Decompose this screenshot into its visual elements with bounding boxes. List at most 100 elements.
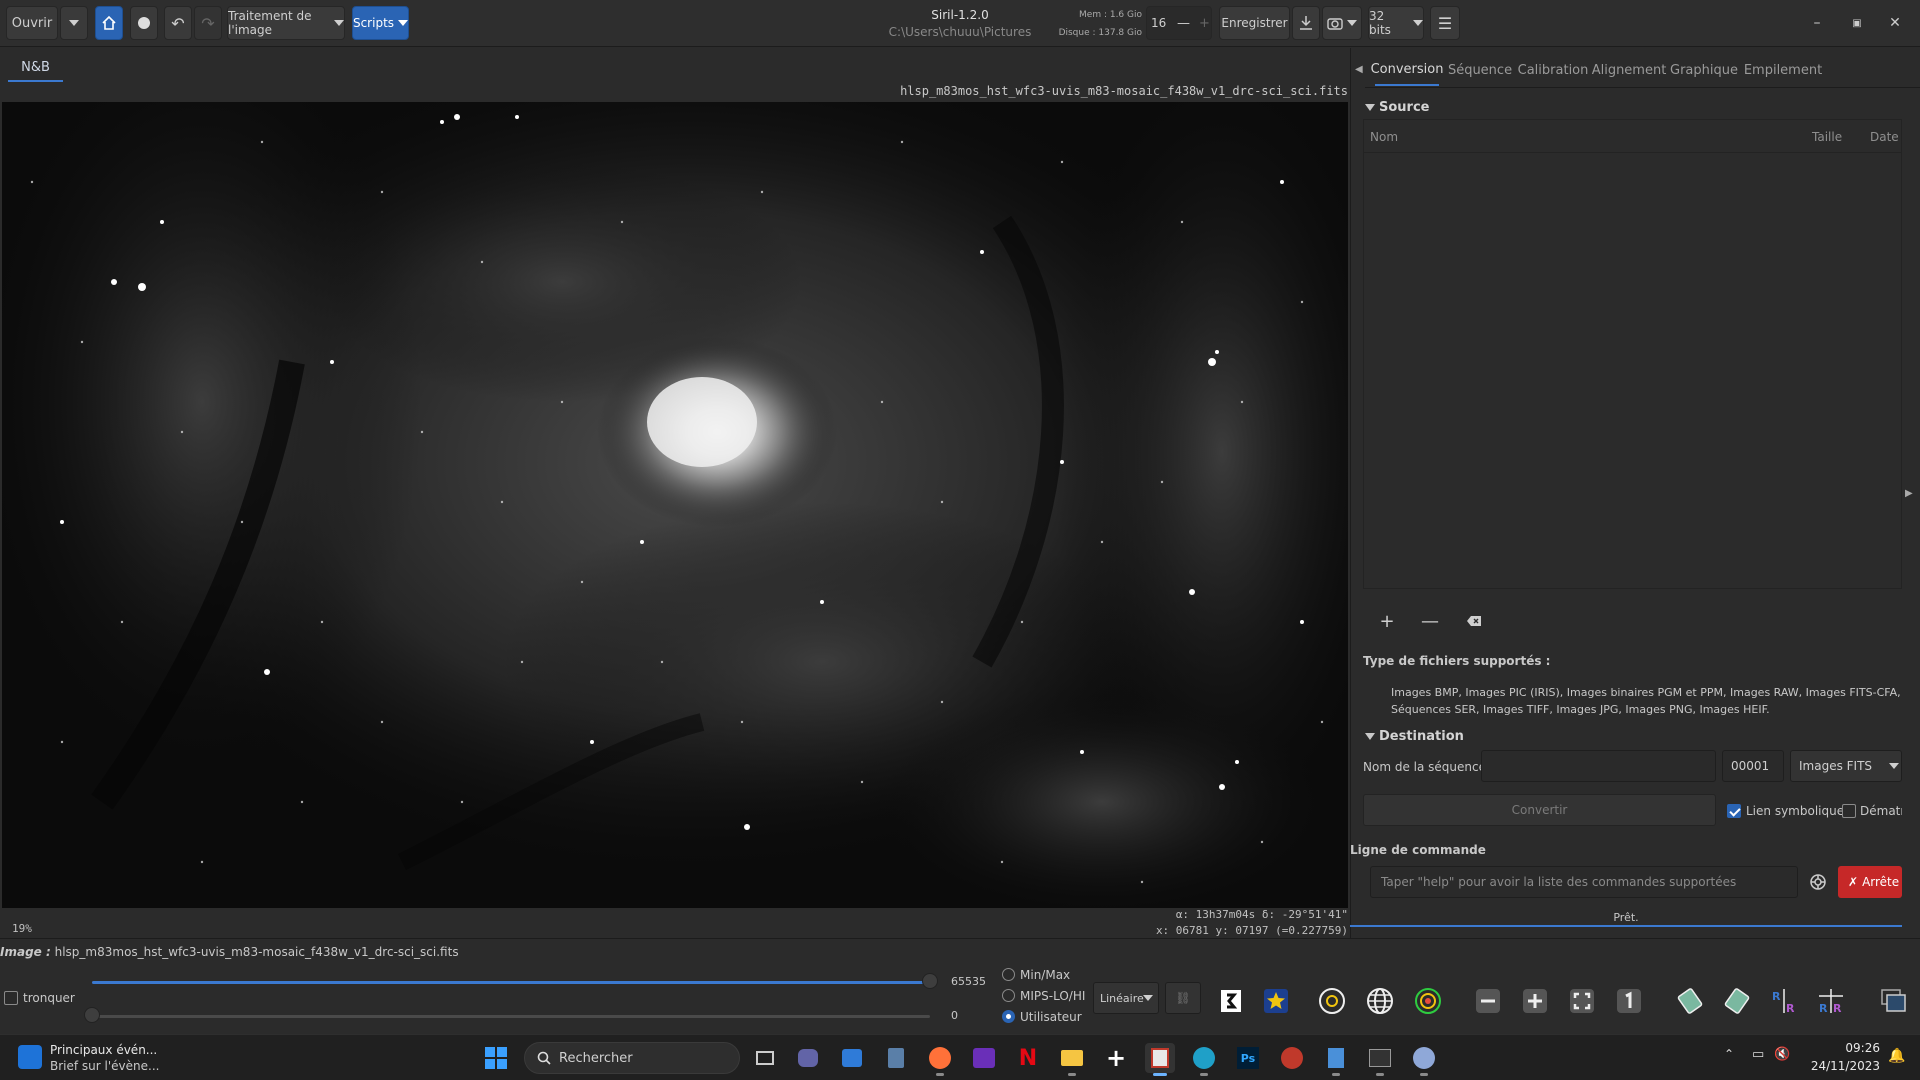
news-widget-title[interactable]: Principaux évén... <box>50 1043 157 1057</box>
livestack-button[interactable] <box>130 6 158 40</box>
teams-app[interactable] <box>793 1043 823 1073</box>
save-as-button[interactable] <box>1292 6 1320 40</box>
start-index-input[interactable]: 00001 <box>1722 750 1784 782</box>
clock-time[interactable]: 09:26 <box>1800 1041 1880 1055</box>
threads-spinner[interactable]: 16 — + <box>1146 6 1212 40</box>
command-help-button[interactable] <box>1806 870 1830 894</box>
bit-depth-selector[interactable]: 32 bits <box>1368 6 1424 40</box>
open-button[interactable]: Ouvrir <box>6 6 58 40</box>
zoom-100-button[interactable] <box>1611 983 1647 1019</box>
stop-button[interactable]: ✗ Arrête <box>1838 866 1902 898</box>
firefox-app[interactable] <box>925 1043 955 1076</box>
minus-icon[interactable]: — <box>1177 16 1190 31</box>
calculator-app[interactable] <box>881 1043 911 1073</box>
task-view-button[interactable] <box>750 1043 780 1073</box>
taskbar-search[interactable]: Rechercher <box>524 1042 740 1074</box>
tab-conversion[interactable]: Conversion <box>1371 54 1443 86</box>
zoom-in-icon <box>1523 989 1547 1013</box>
music-app[interactable] <box>969 1043 999 1073</box>
clock-date[interactable]: 24/11/2023 <box>1800 1059 1880 1073</box>
home-button[interactable] <box>95 6 123 40</box>
output-format-select[interactable]: Images FITS <box>1790 750 1902 782</box>
source-file-list[interactable]: Nom Taille Date <box>1363 119 1902 589</box>
link-channels-button[interactable]: ⛓ <box>1165 982 1201 1014</box>
tab-plot[interactable]: Graphique <box>1670 54 1738 86</box>
scale-mode-select[interactable]: Linéaire <box>1093 982 1159 1014</box>
clear-files-button[interactable] <box>1462 609 1486 633</box>
false-color-button[interactable] <box>1258 983 1294 1019</box>
rotate-right-button[interactable] <box>1719 983 1755 1019</box>
tab-calibration[interactable]: Calibration <box>1518 54 1589 86</box>
column-size[interactable]: Taille <box>1812 130 1842 144</box>
image-processing-menu[interactable]: Traitement de l'image <box>227 6 345 40</box>
high-slider-knob[interactable] <box>922 973 938 989</box>
tray-overflow-icon[interactable]: ⌃ <box>1724 1047 1734 1061</box>
sequence-name-input[interactable] <box>1481 750 1716 782</box>
scripts-menu[interactable]: Scripts <box>352 6 409 40</box>
tab-stacking[interactable]: Empilement <box>1744 54 1822 86</box>
destination-section-header[interactable]: Destination <box>1365 729 1464 744</box>
notification-bell-icon[interactable]: 🔔 <box>1888 1048 1905 1064</box>
news-widget-icon[interactable] <box>18 1045 42 1069</box>
collapse-panel-icon[interactable]: ◀ <box>1355 64 1367 78</box>
close-button[interactable]: ✕ <box>1880 10 1910 36</box>
zoom-in-button[interactable] <box>1517 983 1553 1019</box>
snapshot-button[interactable] <box>1322 6 1362 40</box>
tab-sequence[interactable]: Séquence <box>1448 54 1512 86</box>
debayer-checkbox[interactable] <box>1842 804 1856 818</box>
terminal-app[interactable] <box>1365 1043 1395 1076</box>
network-icon[interactable]: ▭ <box>1752 1047 1764 1062</box>
save-button[interactable]: Enregistrer <box>1219 6 1290 40</box>
negative-view-button[interactable] <box>1213 983 1249 1019</box>
maximize-button[interactable]: ▣ <box>1842 10 1872 36</box>
column-date[interactable]: Date <box>1870 130 1899 144</box>
plus-icon[interactable]: + <box>1199 16 1210 31</box>
redo-button[interactable]: ↷ <box>194 6 222 40</box>
zoom-fit-button[interactable] <box>1564 983 1600 1019</box>
source-section-header[interactable]: Source <box>1365 100 1429 115</box>
file-explorer-app[interactable] <box>1057 1043 1087 1076</box>
command-input[interactable]: Taper "help" pour avoir la liste des com… <box>1370 866 1798 898</box>
clip-checkbox[interactable] <box>4 991 18 1005</box>
rotate-left-button[interactable] <box>1672 983 1708 1019</box>
photoshop-app[interactable]: Ps <box>1233 1043 1263 1073</box>
plus-app[interactable]: + <box>1101 1043 1131 1073</box>
recent-dropdown-button[interactable] <box>60 6 88 40</box>
undo-button[interactable]: ↶ <box>164 6 192 40</box>
image-viewport[interactable] <box>2 102 1348 908</box>
main-menu-button[interactable]: ☰ <box>1430 6 1460 40</box>
red-app[interactable] <box>1277 1043 1307 1073</box>
convert-button[interactable]: Convertir <box>1363 794 1716 826</box>
start-button[interactable] <box>481 1043 511 1073</box>
mirror-y-button[interactable]: RR <box>1813 983 1849 1019</box>
symlink-checkbox[interactable] <box>1727 804 1741 818</box>
photometry-button[interactable] <box>1410 983 1446 1019</box>
volume-muted-icon[interactable]: 🔇 <box>1774 1047 1790 1062</box>
low-slider-knob[interactable] <box>84 1007 100 1023</box>
news-widget-subtitle[interactable]: Brief sur l'évène... <box>50 1059 159 1073</box>
column-name[interactable]: Nom <box>1370 130 1398 144</box>
radio-user[interactable] <box>1002 1010 1015 1023</box>
mirror-x-button[interactable]: RR <box>1766 983 1802 1019</box>
windows-manager-button[interactable] <box>1876 983 1912 1019</box>
notepad-app[interactable] <box>1321 1043 1351 1076</box>
siril-app[interactable] <box>1145 1043 1175 1076</box>
tab-registration[interactable]: Alignement <box>1592 54 1667 86</box>
astro-app[interactable] <box>1409 1043 1439 1076</box>
clip-label: tronquer <box>23 991 75 1005</box>
tab-grayscale[interactable]: N&B <box>8 54 63 82</box>
expand-right-icon[interactable]: ▶ <box>1905 488 1913 499</box>
netflix-app[interactable]: N <box>1013 1043 1043 1073</box>
annotate-button[interactable] <box>1314 983 1350 1019</box>
low-slider-track[interactable] <box>92 1015 930 1018</box>
radio-mips[interactable] <box>1002 989 1015 1002</box>
remove-files-button[interactable]: — <box>1418 609 1442 633</box>
minimize-button[interactable]: – <box>1802 10 1832 36</box>
add-files-button[interactable]: + <box>1375 609 1399 633</box>
radio-minmax[interactable] <box>1002 968 1015 981</box>
zoom-out-button[interactable] <box>1470 983 1506 1019</box>
edge-app[interactable] <box>1189 1043 1219 1076</box>
high-slider-track[interactable] <box>92 981 930 984</box>
astrometry-button[interactable] <box>1362 983 1398 1019</box>
store-app[interactable] <box>837 1043 867 1073</box>
